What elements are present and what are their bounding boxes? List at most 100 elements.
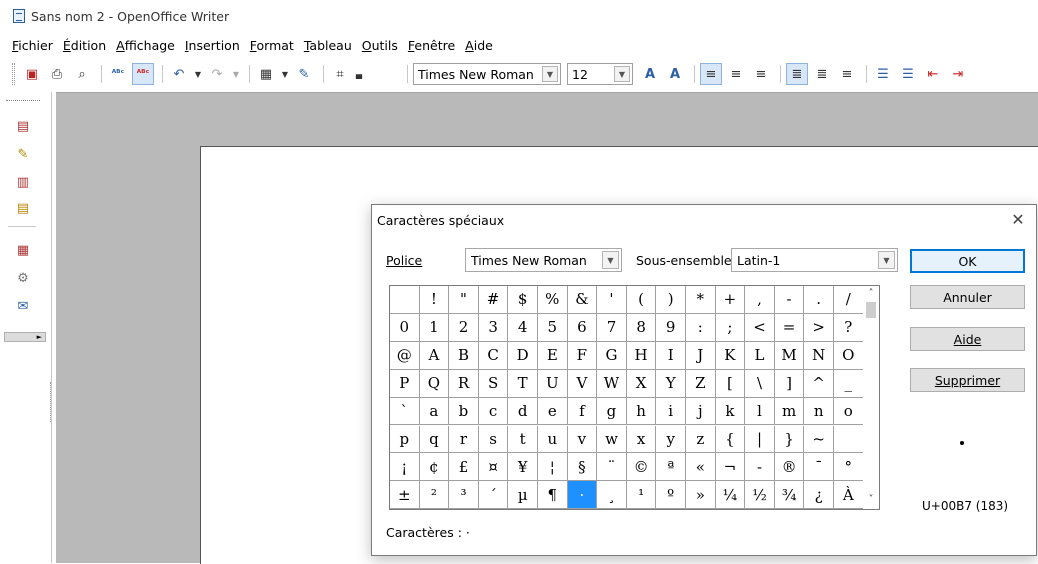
character-cell[interactable]: .: [804, 286, 834, 314]
paragraph-spacing-icon[interactable]: ≡: [836, 63, 858, 85]
align-left-icon[interactable]: ≡: [700, 63, 722, 85]
character-cell[interactable]: x: [626, 425, 657, 454]
character-cell[interactable]: ¤: [478, 453, 509, 482]
character-cell[interactable]: #: [478, 286, 509, 314]
line-spacing-icon[interactable]: ≣: [811, 63, 833, 85]
mail-merge-icon[interactable]: ✉: [12, 296, 34, 316]
character-cell[interactable]: l: [745, 397, 775, 426]
character-cell[interactable]: <: [745, 313, 775, 342]
character-cell[interactable]: $: [508, 286, 538, 314]
data-sources-icon[interactable]: ⚙: [12, 268, 34, 288]
character-cell[interactable]: T: [508, 369, 538, 398]
character-cell[interactable]: [390, 286, 420, 314]
character-cell[interactable]: ¿: [804, 481, 834, 510]
print-icon[interactable]: ⎙: [46, 63, 68, 85]
character-cell[interactable]: k: [715, 397, 746, 426]
character-cell[interactable]: n: [804, 397, 834, 426]
character-cell[interactable]: ~: [804, 425, 834, 454]
character-cell[interactable]: ¢: [419, 453, 450, 482]
spellcheck-icon[interactable]: ᴬᴮᶜ: [107, 63, 129, 85]
character-cell[interactable]: g: [597, 397, 627, 426]
character-cell[interactable]: L: [745, 341, 775, 370]
character-cell[interactable]: [: [715, 369, 746, 398]
bullets-icon[interactable]: ☰: [897, 63, 919, 85]
justify-icon[interactable]: ≣: [786, 63, 808, 85]
character-cell[interactable]: 8: [626, 313, 657, 342]
character-cell[interactable]: p: [390, 425, 420, 454]
increase-indent-icon[interactable]: ⇥: [947, 63, 969, 85]
menu-fichier[interactable]: Fichier: [12, 38, 53, 53]
character-cell[interactable]: A: [419, 341, 450, 370]
character-cell[interactable]: ^: [804, 369, 834, 398]
grow-font-icon[interactable]: A: [639, 63, 661, 85]
character-cell[interactable]: Y: [656, 369, 686, 398]
character-cell[interactable]: µ: [508, 481, 538, 510]
character-cell[interactable]: U: [538, 369, 568, 398]
character-cell[interactable]: r: [449, 425, 479, 454]
character-cell[interactable]: 4: [508, 313, 538, 342]
character-cell[interactable]: ¡: [390, 453, 420, 482]
character-cell[interactable]: q: [419, 425, 450, 454]
font-combo[interactable]: Times New Roman ▼: [465, 248, 622, 272]
character-cell[interactable]: W: [597, 369, 627, 398]
character-cell[interactable]: {: [715, 425, 746, 454]
character-cell[interactable]: ]: [774, 369, 805, 398]
character-cell[interactable]: I: [656, 341, 686, 370]
character-cell[interactable]: ¥: [508, 453, 538, 482]
character-cell[interactable]: ¶: [538, 481, 568, 510]
edit-fields-icon[interactable]: ✎: [12, 144, 34, 164]
character-cell[interactable]: ®: [774, 453, 805, 482]
character-cell[interactable]: N: [804, 341, 834, 370]
character-cell[interactable]: >: [804, 313, 834, 342]
character-grid[interactable]: ! " # $% & '() * +, -./0 1 2 3 4 5 6 7 8 9:; < = >? @ A B C D E F G H…: [389, 285, 880, 510]
menu-edition[interactable]: Édition: [63, 38, 106, 53]
character-cell[interactable]: %: [538, 286, 568, 314]
table-icon[interactable]: ▦: [255, 63, 277, 85]
character-cell[interactable]: i: [656, 397, 686, 426]
character-cell[interactable]: :: [686, 313, 716, 342]
character-cell[interactable]: u: [538, 425, 568, 454]
character-cell[interactable]: |: [745, 425, 775, 454]
character-cell[interactable]: *: [686, 286, 716, 314]
character-cell[interactable]: P: [390, 369, 420, 398]
undo-dropdown-icon[interactable]: ▼: [193, 63, 203, 85]
character-cell[interactable]: X: [626, 369, 657, 398]
numbering-icon[interactable]: ☰: [872, 63, 894, 85]
character-cell[interactable]: 0: [390, 313, 420, 342]
character-cell[interactable]: «: [686, 453, 716, 482]
menu-outils[interactable]: Outils: [362, 38, 398, 53]
character-cell[interactable]: J: [686, 341, 716, 370]
character-cell[interactable]: G: [597, 341, 627, 370]
menu-fenetre[interactable]: Fenêtre: [408, 38, 455, 53]
character-cell[interactable]: C: [478, 341, 509, 370]
help-button[interactable]: Aide: [910, 327, 1025, 351]
character-cell[interactable]: »: [686, 481, 716, 510]
character-cell[interactable]: w: [597, 425, 627, 454]
print-preview-icon[interactable]: ⌕: [71, 63, 93, 85]
character-cell[interactable]: 7: [597, 313, 627, 342]
character-cell[interactable]: ': [597, 286, 627, 314]
menu-affichage[interactable]: Affichage: [116, 38, 175, 53]
character-cell[interactable]: F: [567, 341, 598, 370]
character-cell[interactable]: s: [478, 425, 509, 454]
character-cell[interactable]: -: [774, 286, 805, 314]
character-cell[interactable]: -: [745, 453, 775, 482]
edit-list-icon[interactable]: ▤: [12, 198, 34, 218]
delete-button[interactable]: Supprimer: [910, 368, 1025, 392]
character-cell[interactable]: j: [686, 397, 716, 426]
character-cell[interactable]: 1: [419, 313, 450, 342]
character-cell[interactable]: ·: [567, 481, 598, 510]
character-cell[interactable]: Q: [419, 369, 450, 398]
character-cell[interactable]: ;: [715, 313, 746, 342]
character-cell[interactable]: y: [656, 425, 686, 454]
undo-icon[interactable]: ↶: [168, 63, 190, 85]
menu-format[interactable]: Format: [250, 38, 294, 53]
character-cell[interactable]: =: [774, 313, 805, 342]
character-cell[interactable]: Z: [686, 369, 716, 398]
character-cell[interactable]: ): [656, 286, 686, 314]
character-cell[interactable]: ,: [745, 286, 775, 314]
character-cell[interactable]: 2: [449, 313, 479, 342]
character-cell[interactable]: º: [656, 481, 686, 510]
character-cell[interactable]: &: [567, 286, 598, 314]
align-right-icon[interactable]: ≡: [750, 63, 772, 85]
